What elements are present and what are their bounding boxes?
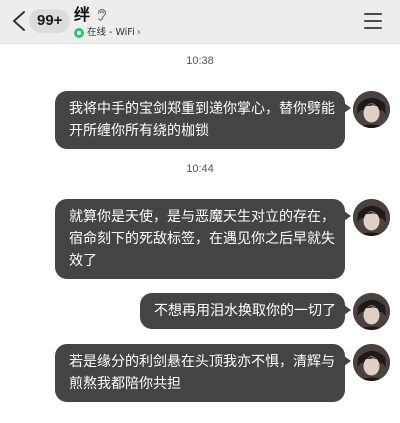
message-bubble[interactable]: 就算你是天使，是与恶魔天生对立的存在，宿命刻下的死敌标签，在遇见你之后早就失效了	[55, 199, 351, 279]
chevron-right-icon: ›	[136, 27, 141, 38]
chat-header: 99+ 绊 在线 - WiFi ›	[0, 0, 400, 44]
message-row: 不想再用泪水换取你的一切了	[140, 293, 390, 330]
status-text: 在线 - WiFi	[87, 27, 135, 38]
avatar[interactable]	[353, 344, 390, 381]
ear-icon	[97, 8, 107, 21]
message-row: 若是缘分的利剑悬在头顶我亦不惧，清辉与煎熬我都陪你共担	[55, 344, 390, 402]
avatar[interactable]	[353, 91, 390, 128]
message-bubble[interactable]: 不想再用泪水换取你的一切了	[140, 293, 351, 329]
message-bubble[interactable]: 若是缘分的利剑悬在头顶我亦不惧，清辉与煎熬我都陪你共担	[55, 344, 351, 402]
menu-icon[interactable]	[364, 13, 382, 29]
unread-count-badge[interactable]: 99+	[29, 9, 71, 33]
online-status-icon	[74, 28, 84, 38]
avatar[interactable]	[353, 293, 390, 330]
message-timestamp: 10:44	[186, 163, 214, 175]
online-status[interactable]: 在线 - WiFi ›	[74, 27, 141, 39]
message-row: 就算你是天使，是与恶魔天生对立的存在，宿命刻下的死敌标签，在遇见你之后早就失效了	[55, 199, 390, 279]
avatar[interactable]	[353, 199, 390, 236]
message-bubble[interactable]: 我将中手的宝剑郑重到递你掌心，替你劈能开所缠你所有绕的枷锁	[55, 91, 351, 149]
message-row: 我将中手的宝剑郑重到递你掌心，替你劈能开所缠你所有绕的枷锁	[55, 91, 390, 149]
message-timestamp: 10:38	[186, 55, 214, 67]
chat-title[interactable]: 绊	[74, 5, 90, 25]
